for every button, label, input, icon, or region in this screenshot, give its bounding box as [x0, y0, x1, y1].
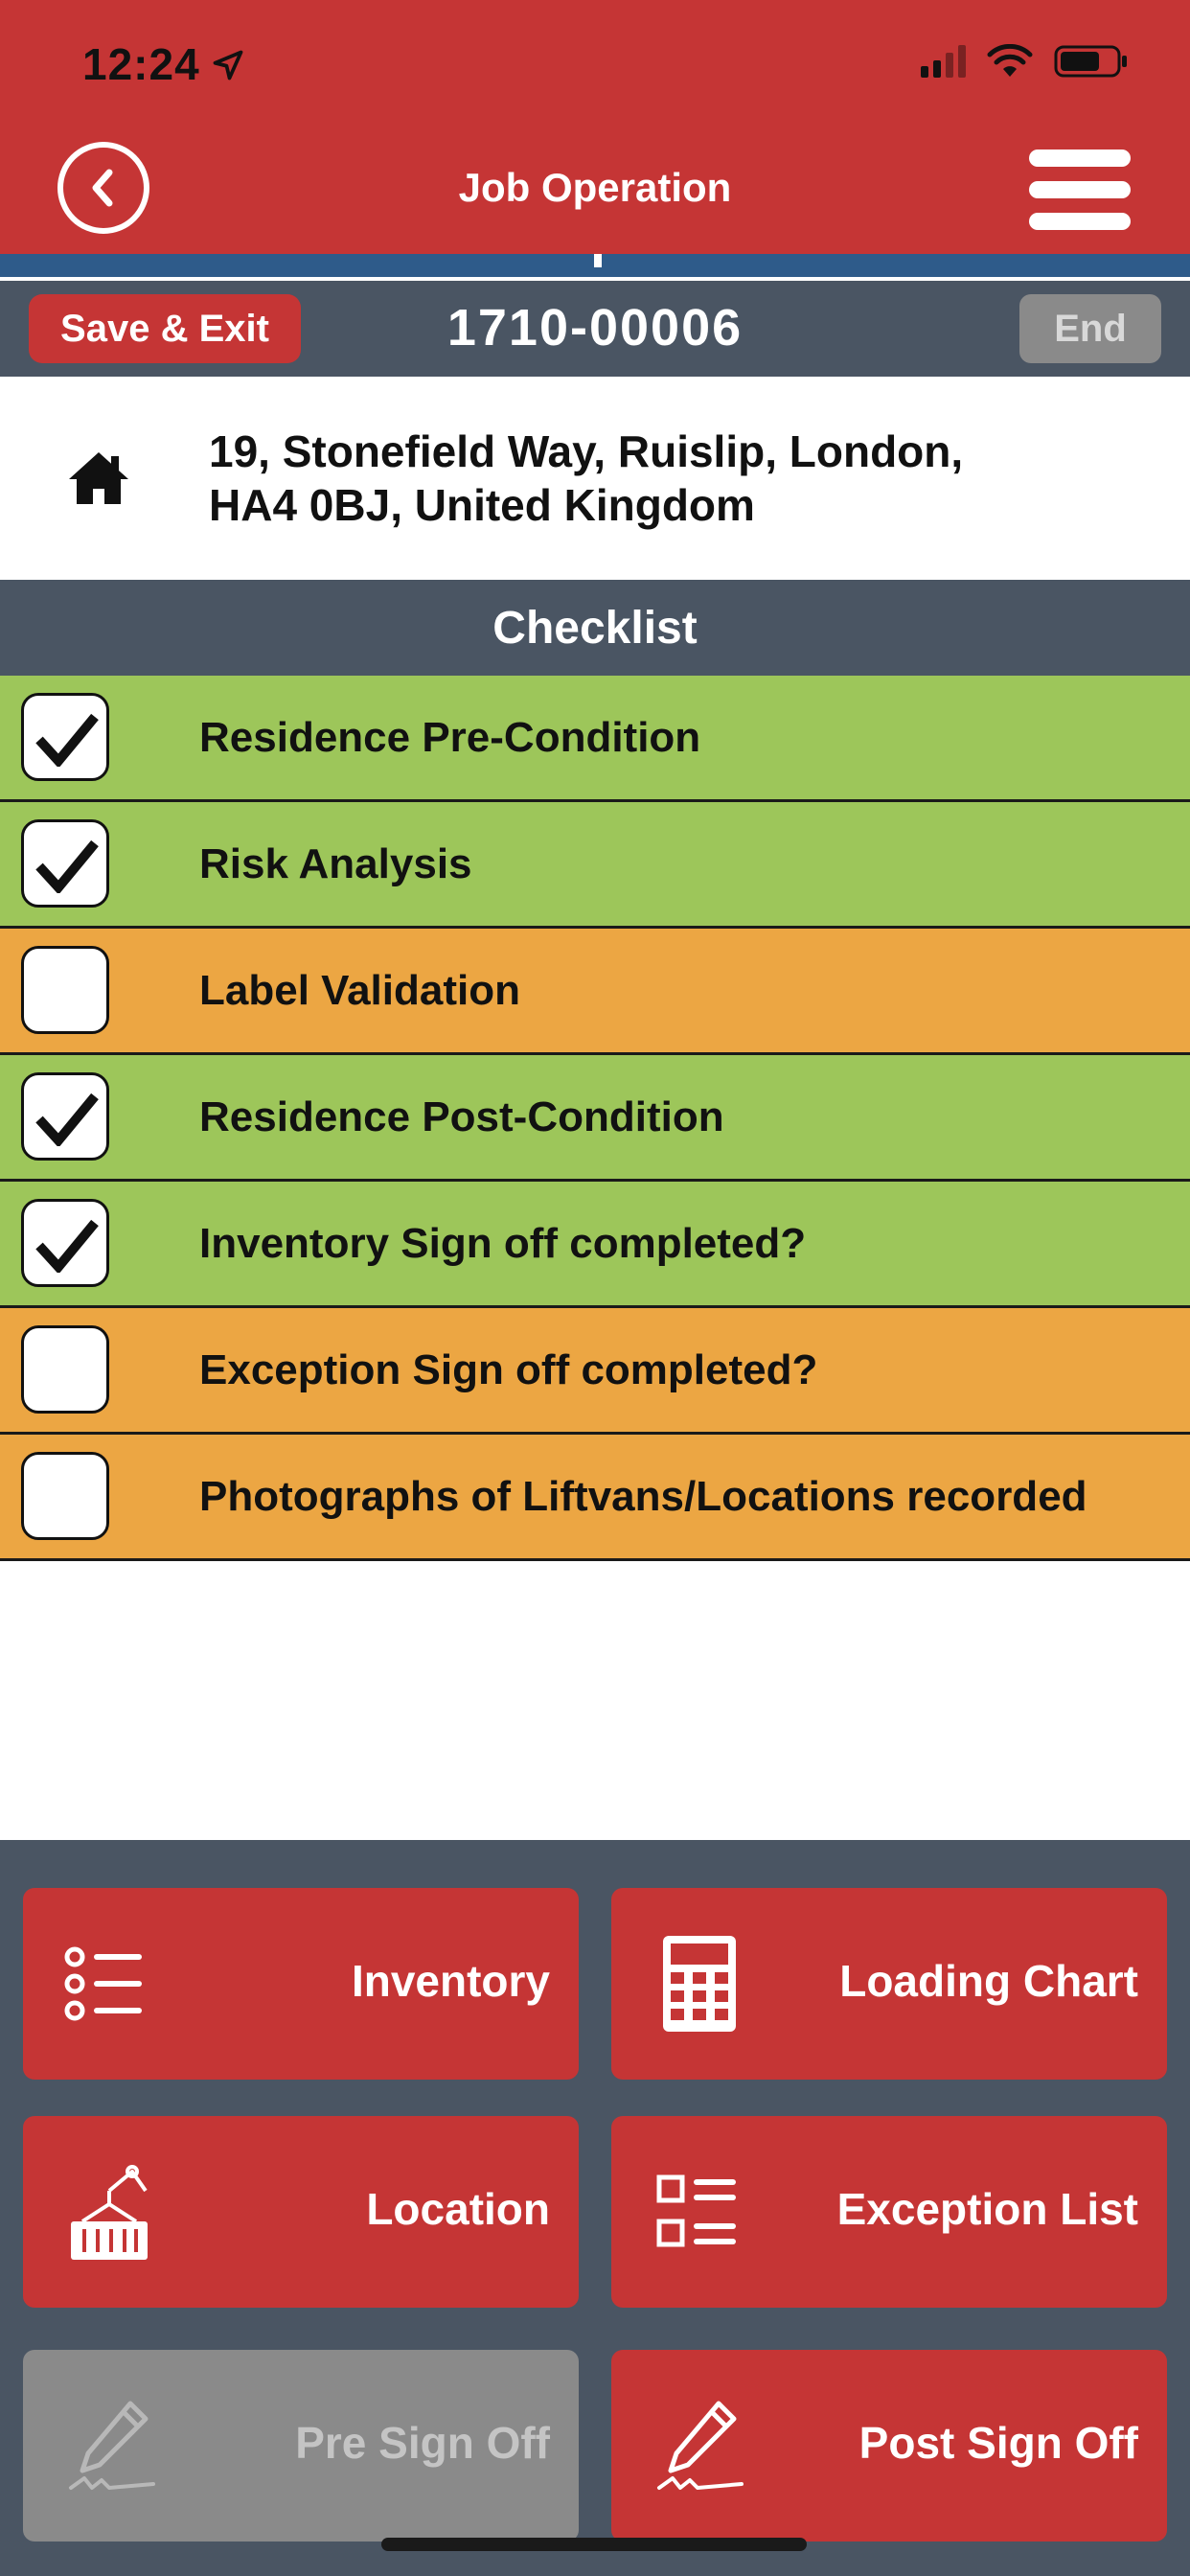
location-arrow-icon: [213, 50, 243, 80]
checklist-item[interactable]: Label Validation: [0, 929, 1190, 1055]
checklist-item[interactable]: Exception Sign off completed?: [0, 1308, 1190, 1435]
job-bar: Save & Exit 1710-00006 End: [0, 281, 1190, 377]
location-button[interactable]: Location: [23, 2116, 579, 2308]
menu-bar: [1029, 150, 1131, 167]
hamburger-menu-button[interactable]: [1029, 150, 1131, 230]
tab-strip: [0, 254, 1190, 277]
checklist-item[interactable]: Residence Pre-Condition: [0, 676, 1190, 802]
status-indicators: [921, 44, 1129, 79]
post-sign-off-label: Post Sign Off: [858, 2418, 1138, 2468]
checklist-item[interactable]: Inventory Sign off completed?: [0, 1182, 1190, 1308]
checkmark-icon: [35, 1092, 99, 1146]
wifi-icon: [987, 44, 1033, 77]
calculator-icon: [663, 1936, 736, 2032]
checklist-item-label: Residence Post-Condition: [199, 1093, 724, 1140]
cellular-signal-icon: [921, 45, 966, 78]
battery-icon: [1054, 45, 1127, 78]
home-icon: [69, 452, 128, 504]
checkbox[interactable]: [21, 1072, 109, 1161]
loading-chart-label: Loading Chart: [839, 1956, 1138, 2006]
pen-signature-icon: [69, 2401, 155, 2490]
address-text: 19, Stonefield Way, Ruislip, London, HA4…: [209, 425, 1148, 532]
checkbox[interactable]: [21, 693, 109, 781]
checklist-item[interactable]: Photographs of Liftvans/Locations record…: [0, 1435, 1190, 1561]
checklist-icon: [656, 2174, 736, 2247]
checklist-item-label: Exception Sign off completed?: [199, 1346, 818, 1393]
checklist-item[interactable]: Residence Post-Condition: [0, 1055, 1190, 1182]
inventory-button[interactable]: Inventory: [23, 1888, 579, 2080]
checklist-item-label: Risk Analysis: [199, 840, 472, 887]
checklist: Residence Pre-Condition Risk Analysis La…: [0, 676, 1190, 1561]
checklist-title: Checklist: [0, 580, 1190, 676]
exception-list-label: Exception List: [836, 2184, 1138, 2234]
status-time: 12:24: [82, 39, 200, 89]
pen-signature-icon: [657, 2401, 744, 2490]
location-label: Location: [366, 2184, 550, 2234]
checklist-item-label: Inventory Sign off completed?: [199, 1220, 807, 1267]
menu-bar: [1029, 181, 1131, 198]
post-sign-off-button[interactable]: Post Sign Off: [611, 2350, 1167, 2542]
list-icon: [64, 1946, 142, 2021]
home-indicator[interactable]: [381, 2538, 807, 2551]
job-address: 19, Stonefield Way, Ruislip, London, HA4…: [0, 377, 1190, 580]
app-header: 12:24 Job Operation: [0, 0, 1190, 254]
end-button[interactable]: End: [1019, 294, 1161, 363]
checklist-item-label: Residence Pre-Condition: [199, 714, 701, 761]
checkbox[interactable]: [21, 1325, 109, 1414]
container-crane-icon: [71, 2165, 148, 2260]
checklist-item[interactable]: Risk Analysis: [0, 802, 1190, 929]
pre-sign-off-label: Pre Sign Off: [295, 2418, 550, 2468]
loading-chart-button[interactable]: Loading Chart: [611, 1888, 1167, 2080]
checkbox[interactable]: [21, 1452, 109, 1540]
checklist-item-label: Photographs of Liftvans/Locations record…: [199, 1473, 1087, 1520]
checkbox[interactable]: [21, 1199, 109, 1287]
checklist-item-label: Label Validation: [199, 967, 520, 1014]
menu-bar: [1029, 213, 1131, 230]
checkmark-icon: [35, 713, 99, 767]
pre-sign-off-button[interactable]: Pre Sign Off: [23, 2350, 579, 2542]
address-line-2: HA4 0BJ, United Kingdom: [209, 480, 755, 530]
exception-list-button[interactable]: Exception List: [611, 2116, 1167, 2308]
address-line-1: 19, Stonefield Way, Ruislip, London,: [209, 426, 964, 476]
action-panel: Inventory Loading Chart Location Excepti…: [0, 1840, 1190, 2576]
page-title: Job Operation: [458, 165, 732, 210]
checkbox[interactable]: [21, 819, 109, 908]
checkmark-icon: [35, 1219, 99, 1273]
save-exit-button[interactable]: Save & Exit: [29, 294, 301, 363]
checkmark-icon: [35, 840, 99, 893]
checkbox[interactable]: [21, 946, 109, 1034]
inventory-label: Inventory: [351, 1956, 550, 2006]
